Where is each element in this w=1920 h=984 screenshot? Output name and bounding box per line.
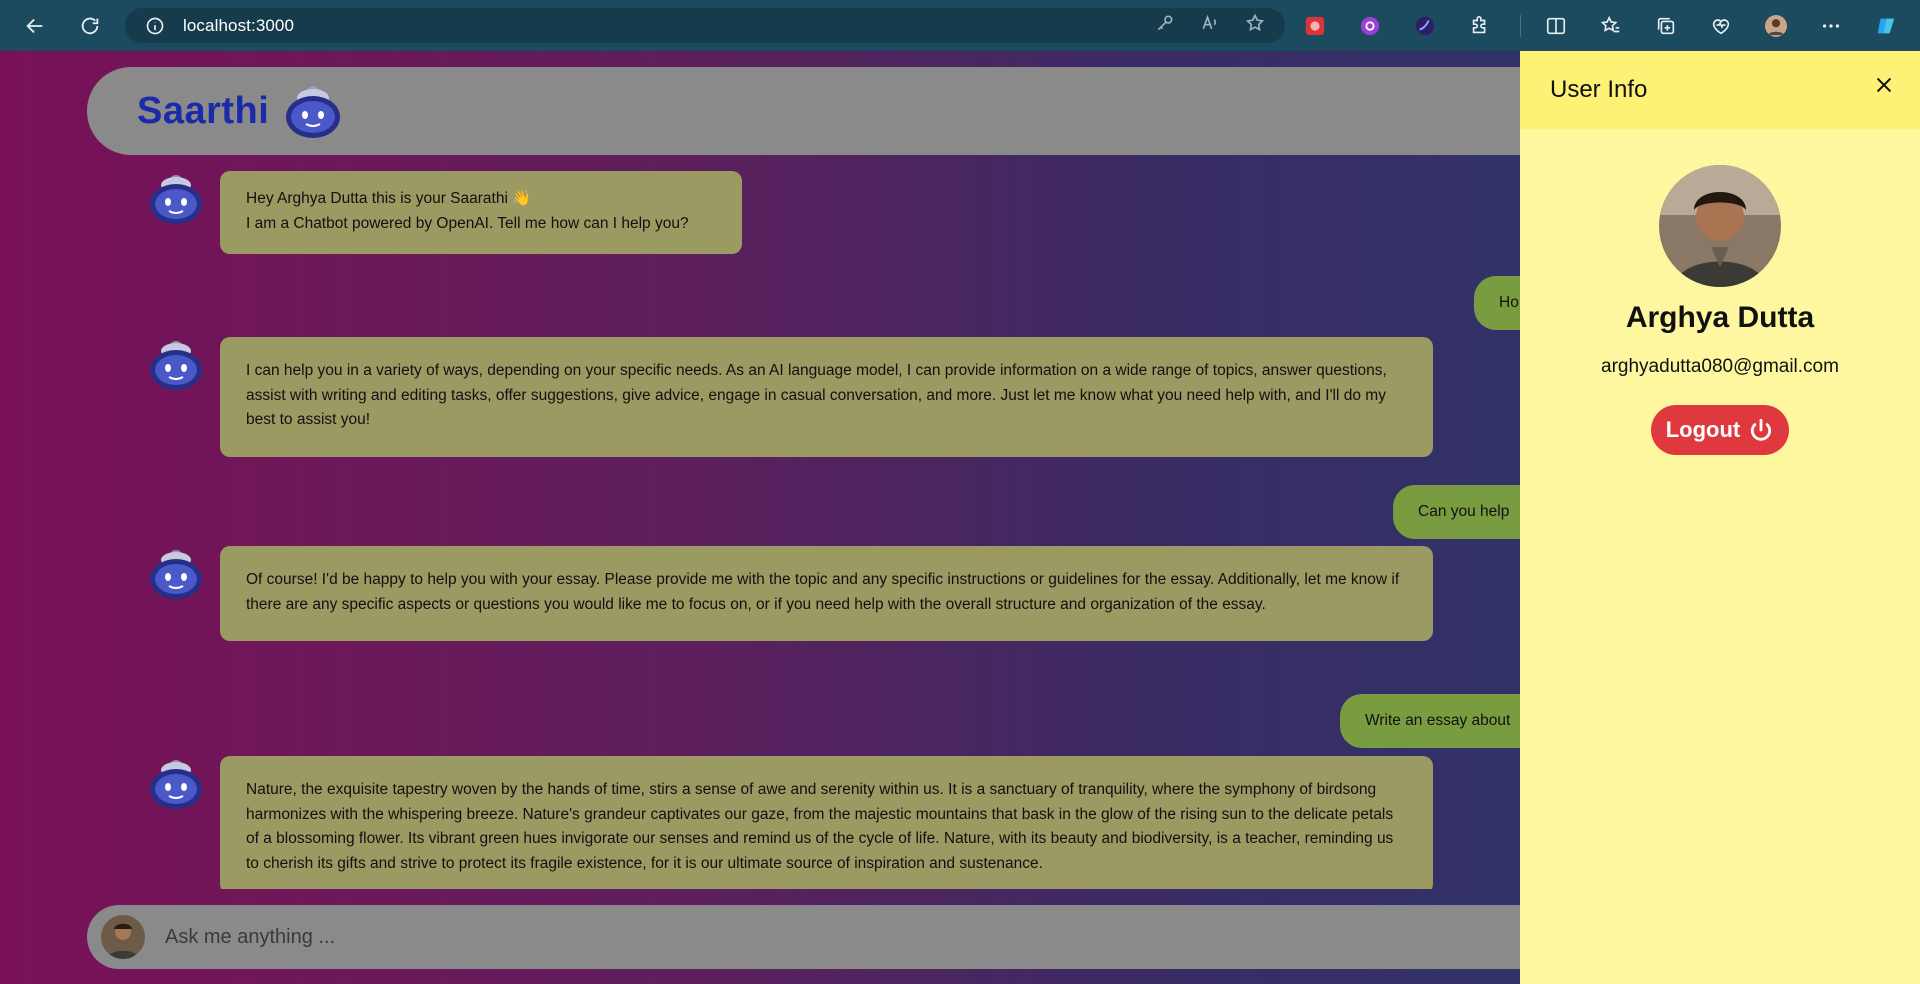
message-line: I am a Chatbot powered by OpenAI. Tell m…: [246, 214, 689, 232]
power-icon: [1751, 418, 1772, 441]
user-bubble: Write an essay about: [1340, 694, 1520, 748]
extensions-bar: [1300, 0, 1920, 51]
info-icon[interactable]: [145, 16, 165, 36]
address-bar[interactable]: localhost:3000: [125, 8, 1285, 43]
message-line: Hey Arghya Dutta this is your Saarathi 👋: [246, 190, 532, 207]
message-line: Of course! I'd be happy to help you with…: [246, 571, 1400, 613]
user-bubble: Ho: [1474, 276, 1520, 330]
robot-logo-icon: [286, 86, 341, 138]
red-extension-icon[interactable]: [1300, 11, 1330, 41]
profile-email: arghyadutta080@gmail.com: [1601, 356, 1839, 377]
bot-bubble: Nature, the exquisite tapestry woven by …: [220, 756, 1433, 889]
bot-message: I can help you in a variety of ways, dep…: [148, 337, 1433, 457]
bot-message: Nature, the exquisite tapestry woven by …: [148, 756, 1433, 889]
chat-messages: Hey Arghya Dutta this is your Saarathi 👋…: [0, 169, 1520, 889]
close-icon[interactable]: [1870, 71, 1898, 99]
user-message: Ho: [1474, 276, 1520, 330]
reload-icon[interactable]: [70, 6, 110, 46]
bot-message: Hey Arghya Dutta this is your Saarathi 👋…: [148, 171, 742, 254]
copilot-icon[interactable]: [1871, 11, 1901, 41]
collections-icon[interactable]: [1651, 11, 1681, 41]
panel-title: User Info: [1550, 76, 1648, 103]
app-title: Saarthi: [137, 89, 270, 132]
split-screen-icon[interactable]: [1541, 11, 1571, 41]
purple-extension-icon[interactable]: [1355, 11, 1385, 41]
url-text[interactable]: localhost:3000: [183, 16, 294, 36]
panel-header: User Info: [1520, 51, 1920, 129]
chat-input[interactable]: [165, 925, 1165, 949]
puzzle-extensions-icon[interactable]: [1465, 11, 1495, 41]
user-avatar: [101, 915, 145, 959]
logout-button[interactable]: Logout: [1651, 405, 1789, 455]
browser-toolbar: localhost:3000: [0, 0, 1920, 51]
logout-label: Logout: [1665, 417, 1741, 442]
user-message: Can you help: [1393, 485, 1520, 539]
key-icon[interactable]: [1155, 13, 1175, 38]
robot-avatar-icon: [150, 550, 202, 599]
user-message: Write an essay about: [1340, 694, 1520, 748]
user-bubble: Can you help: [1393, 485, 1520, 539]
profile-name: Arghya Dutta: [1625, 301, 1815, 334]
bot-message: Of course! I'd be happy to help you with…: [148, 546, 1433, 641]
toolbar-separator: [1520, 14, 1521, 37]
profile-avatar[interactable]: [1761, 11, 1791, 41]
bot-bubble: Of course! I'd be happy to help you with…: [220, 546, 1433, 641]
favorite-star-icon[interactable]: [1245, 13, 1265, 38]
robot-avatar-icon: [150, 341, 202, 390]
message-line: I can help you in a variety of ways, dep…: [246, 362, 1387, 428]
user-info-panel: User Info Arghya Dutta arghyadutta080@gm…: [1520, 51, 1920, 984]
robot-avatar-icon: [150, 175, 202, 224]
back-icon[interactable]: [15, 6, 55, 46]
profile-picture: [1659, 165, 1781, 287]
dark-orb-extension-icon[interactable]: [1410, 11, 1440, 41]
robot-avatar-icon: [150, 760, 202, 809]
read-aloud-icon[interactable]: [1200, 13, 1220, 38]
favorites-icon[interactable]: [1596, 11, 1626, 41]
more-menu-icon[interactable]: [1816, 11, 1846, 41]
bot-bubble: Hey Arghya Dutta this is your Saarathi 👋…: [220, 171, 742, 254]
bot-bubble: I can help you in a variety of ways, dep…: [220, 337, 1433, 457]
message-line: Nature, the exquisite tapestry woven by …: [246, 781, 1394, 872]
browser-essentials-icon[interactable]: [1706, 11, 1736, 41]
